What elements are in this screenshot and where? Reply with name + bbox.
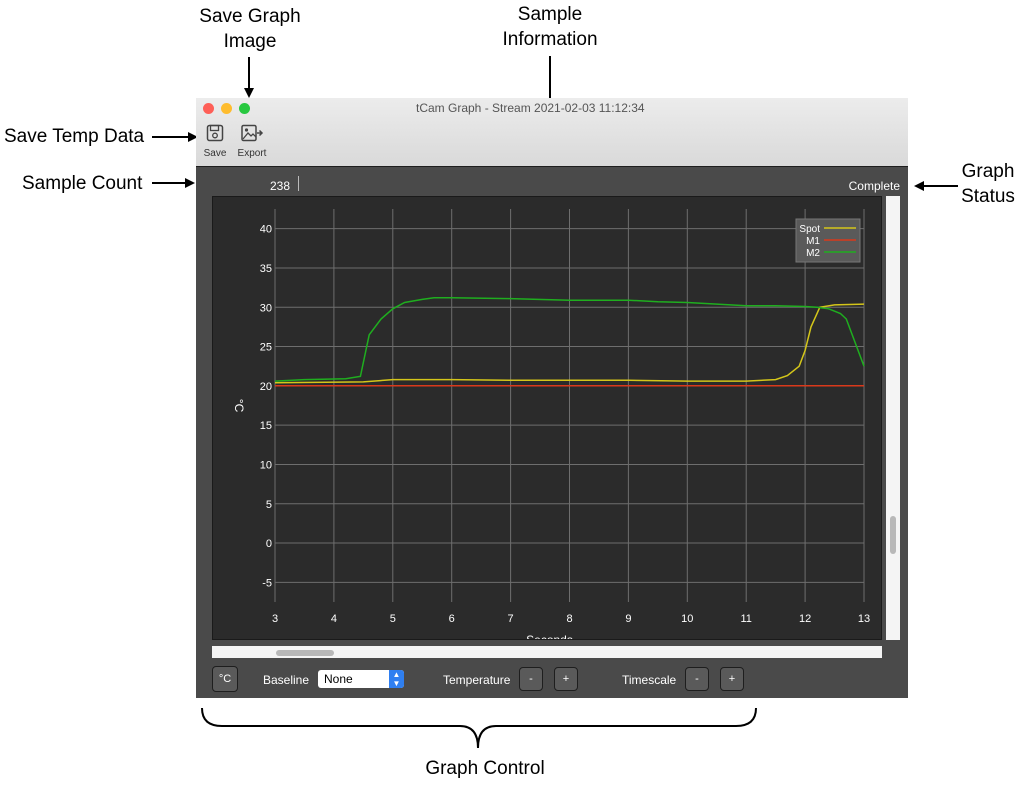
floppy-disk-icon bbox=[206, 124, 224, 142]
baseline-selected-value: None bbox=[324, 672, 353, 686]
horizontal-scroll-thumb[interactable] bbox=[276, 650, 334, 656]
legend-label: Spot bbox=[799, 224, 820, 235]
export-button[interactable]: Export bbox=[236, 124, 268, 159]
sample-count: 238 bbox=[270, 179, 291, 193]
annotation-save-graph-image: Save Graph Image bbox=[190, 4, 310, 54]
annotation-line: Sample bbox=[517, 4, 583, 25]
x-axis-label: Seconds bbox=[526, 633, 573, 639]
annotation-line: Image bbox=[223, 31, 277, 52]
x-tick-label: 13 bbox=[858, 613, 870, 625]
annotation-save-temp-data: Save Temp Data bbox=[4, 126, 145, 147]
baseline-select[interactable]: None ▲ ▼ bbox=[318, 670, 404, 688]
temperature-graph[interactable]: 3 4 5 6 7 8 9 10 11 12 13 -5 0 5 10 15 20 25 30 35 40 Seconds… bbox=[212, 196, 882, 647]
y-tick-label: 25 bbox=[260, 342, 272, 354]
horizontal-scrollbar[interactable] bbox=[212, 646, 882, 658]
y-axis-label: °C bbox=[232, 399, 246, 413]
graph-status: Complete bbox=[848, 179, 900, 193]
tcam-graph-window: tCam Graph - Stream 2021-02-03 11:12:34 … bbox=[196, 98, 908, 698]
chevron-up-down-icon: ▲ ▼ bbox=[389, 670, 404, 688]
y-tick-label: 20 bbox=[260, 381, 272, 393]
legend-label: M2 bbox=[806, 248, 820, 259]
y-tick-label: 40 bbox=[260, 224, 272, 236]
x-tick-label: 4 bbox=[331, 613, 337, 625]
y-tick-label: 30 bbox=[260, 302, 272, 314]
temperature-plus-button[interactable]: + bbox=[554, 667, 578, 691]
y-tick-label: 5 bbox=[266, 499, 272, 511]
timescale-label: Timescale bbox=[622, 673, 677, 687]
save-label: Save bbox=[203, 148, 227, 159]
annotation-graph-control: Graph Control bbox=[425, 758, 545, 779]
y-tick-label: 15 bbox=[260, 420, 272, 432]
minimize-window-button[interactable] bbox=[221, 103, 232, 114]
info-separator bbox=[298, 176, 299, 191]
window-title: tCam Graph - Stream 2021-02-03 11:12:34 bbox=[416, 101, 645, 115]
export-label: Export bbox=[237, 148, 267, 159]
x-tick-label: 8 bbox=[566, 613, 572, 625]
timescale-minus-button[interactable]: - bbox=[685, 667, 709, 691]
graph-control-bar: °C Baseline None ▲ ▼ Temperature - + Time… bbox=[196, 664, 908, 698]
close-window-button[interactable] bbox=[203, 103, 214, 114]
annotation-line: Status bbox=[961, 186, 1015, 207]
x-tick-label: 12 bbox=[799, 613, 811, 625]
vertical-scroll-thumb[interactable] bbox=[890, 516, 896, 554]
graph-control-brace bbox=[201, 707, 757, 749]
vertical-scrollbar[interactable] bbox=[886, 196, 900, 640]
annotation-line: Graph bbox=[961, 161, 1015, 182]
x-tick-label: 11 bbox=[740, 613, 751, 625]
annotation-line: Save Graph bbox=[199, 6, 301, 27]
y-tick-label: -5 bbox=[262, 577, 272, 589]
x-tick-label: 5 bbox=[390, 613, 396, 625]
x-tick-label: 6 bbox=[449, 613, 455, 625]
temperature-minus-button[interactable]: - bbox=[519, 667, 543, 691]
annotation-line: Information bbox=[502, 29, 598, 50]
sample-info-bar: 238 Complete bbox=[196, 168, 908, 194]
y-tick-label: 35 bbox=[260, 263, 272, 275]
annotation-sample-information: Sample Information bbox=[490, 2, 610, 52]
baseline-label: Baseline bbox=[263, 673, 310, 687]
annotation-sample-count: Sample Count bbox=[22, 173, 143, 194]
legend-label: M1 bbox=[806, 236, 820, 247]
x-tick-label: 9 bbox=[625, 613, 631, 625]
image-export-icon bbox=[241, 124, 264, 142]
annotation-graph-status: Graph Status bbox=[952, 159, 1024, 209]
y-tick-label: 10 bbox=[260, 459, 272, 471]
timescale-plus-button[interactable]: + bbox=[720, 667, 744, 691]
x-tick-label: 3 bbox=[272, 613, 278, 625]
y-tick-label: 0 bbox=[266, 538, 272, 550]
x-tick-label: 7 bbox=[508, 613, 514, 625]
temperature-label: Temperature bbox=[443, 673, 511, 687]
title-bar: tCam Graph - Stream 2021-02-03 11:12:34 … bbox=[196, 98, 908, 167]
x-tick-label: 10 bbox=[681, 613, 693, 625]
save-button[interactable]: Save bbox=[203, 124, 227, 159]
unit-toggle-button[interactable]: °C bbox=[212, 666, 238, 692]
zoom-window-button[interactable] bbox=[239, 103, 250, 114]
temperature-chart: 3 4 5 6 7 8 9 10 11 12 13 -5 0 5 10 15 20 25 30 35 40 Seconds… bbox=[232, 209, 870, 647]
